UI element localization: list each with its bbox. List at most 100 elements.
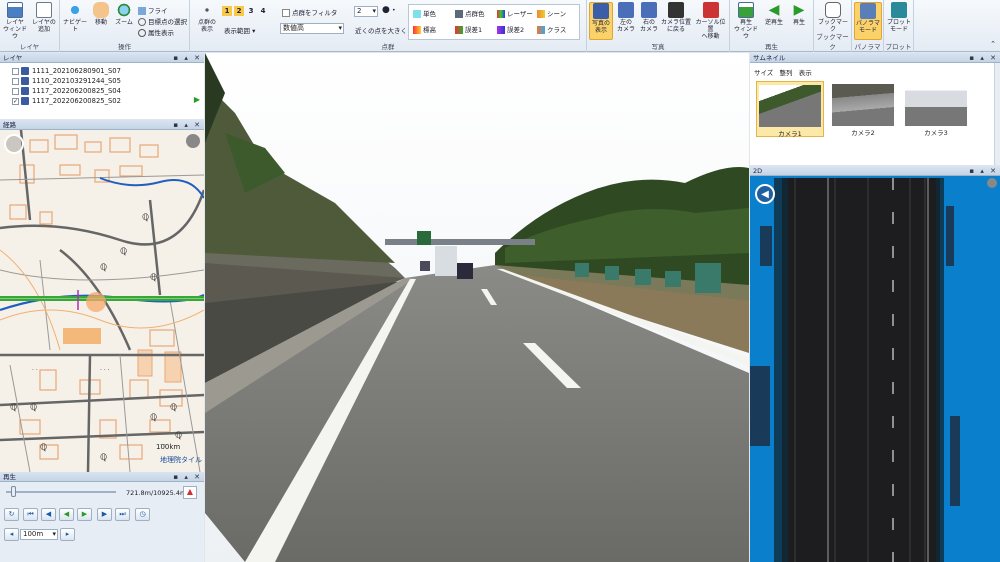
ribbon-group-playback: 再生 ウィンドウ ◀ 逆再生 ▶ 再生 再生 [730, 0, 814, 52]
num-3-button[interactable]: 3 [246, 6, 256, 16]
navigate-button[interactable]: ナビゲート [62, 2, 88, 33]
panel-controls-icon[interactable]: ▪ ▴ ✕ [969, 53, 998, 63]
zoom-button[interactable]: ズーム [113, 2, 135, 26]
layer-item[interactable]: ✓ 1117_202206200825_S02 [12, 96, 121, 106]
swatch-icon [537, 26, 545, 34]
last-frame-button[interactable]: ⏭ [115, 508, 130, 521]
play-panel-button[interactable]: ▶ [77, 508, 92, 521]
point-count-selector[interactable]: 1234 [222, 6, 270, 16]
compass-icon[interactable] [4, 134, 24, 154]
panel-controls-icon[interactable]: ▪ ▴ ✕ [173, 472, 202, 482]
step-decrease-button[interactable]: ◂ [4, 528, 19, 541]
target-icon [138, 18, 146, 26]
color-class-option[interactable]: クラス [537, 24, 566, 34]
pointcloud-2d-view[interactable]: 2D ▪ ▴ ✕ ◀ [750, 166, 1000, 562]
color-pointcloud-option[interactable]: 点群色 [455, 8, 485, 18]
playback-position: 721.8m/10925.4m [126, 489, 187, 497]
plot-mode-button[interactable]: プロット モード [885, 2, 913, 33]
thumbnail-menu-view[interactable]: 表示 [799, 69, 812, 77]
reverse-play-panel-button[interactable]: ◀ [59, 508, 74, 521]
map-settings-icon[interactable] [186, 134, 200, 148]
display-range-dropdown[interactable]: 表示範囲 ▾ [224, 25, 255, 35]
view-settings-icon[interactable] [987, 178, 997, 188]
elevation-combo[interactable]: 数値高 [280, 23, 344, 34]
layer-checkbox[interactable] [12, 67, 19, 75]
speed-button[interactable]: ◷ [135, 508, 150, 521]
layer-checkbox[interactable]: ✓ [12, 97, 19, 105]
filter-points-checkbox[interactable]: 点群をフィルタ [282, 7, 337, 17]
layer-item[interactable]: 1110_202103291244_S05 [12, 76, 121, 86]
color-mode-gallery: 単色 点群色 レーザー シーン 標高 誤差1 誤差2 クラス [408, 4, 580, 40]
panel-controls-icon[interactable]: ▪ ▴ ✕ [173, 120, 202, 130]
back-arrow-icon[interactable]: ◀ [755, 184, 775, 204]
camera-photo-view[interactable] [205, 53, 749, 562]
ribbon-group-photo: 写真の 表示 左の カメラ 右の カメラ カメラ位置 に戻る カーソル位置 へ移… [587, 0, 730, 52]
num-1-button[interactable]: 1 [222, 6, 232, 16]
select-target-button[interactable]: 目標点の選択 [138, 16, 187, 26]
play-icon: ▶ [81, 510, 88, 518]
reverse-play-button[interactable]: ◀ 逆再生 [762, 2, 786, 26]
num-2-button[interactable]: 2 [234, 6, 244, 16]
layer-checkbox[interactable] [12, 87, 19, 95]
step-forward-button[interactable]: ▶ [97, 508, 112, 521]
ribbon-group-operation: ナビゲート 移動 ズーム フライ 目標点の選択 属性表示 操作 [60, 0, 190, 52]
step-back-button[interactable]: ◀ [41, 508, 56, 521]
playback-slider-thumb[interactable] [11, 486, 17, 497]
right-camera-button[interactable]: 右の カメラ [638, 2, 660, 33]
thumbnail-camera-2[interactable]: カメラ2 [829, 81, 897, 137]
color-scene-option[interactable]: シーン [537, 8, 566, 18]
ribbon-group-plot: プロット モード プロット [884, 0, 914, 52]
svg-text:ℚ: ℚ [30, 403, 37, 413]
thumbnail-camera-1[interactable]: カメラ1 [756, 81, 824, 138]
thumbnail-menu-sort[interactable]: 整列 [780, 69, 793, 77]
panel-controls-icon[interactable]: ▪ ▴ ✕ [173, 53, 202, 63]
thumbnail-panel-title: サムネイル ▪ ▴ ✕ [750, 53, 1000, 63]
add-layer-button[interactable]: レイヤの 追加 [30, 2, 58, 33]
color-single-option[interactable]: 単色 [413, 8, 436, 18]
layer-checkbox[interactable] [12, 77, 19, 85]
panel-controls-icon[interactable]: ▪ ▴ ✕ [969, 166, 998, 176]
thumbnail-camera-3[interactable]: カメラ3 [902, 81, 970, 137]
map-tile-credit[interactable]: 地理院タイル [160, 455, 202, 465]
warning-icon[interactable]: ▲ [183, 486, 197, 499]
thumbnail-menu-size[interactable]: サイズ [754, 69, 773, 77]
route-map[interactable]: ℚℚℚℚ ℚℚ ℚℚ ℚℚℚ · · · · ·· · [0, 120, 204, 472]
color-error1-option[interactable]: 誤差1 [455, 24, 482, 34]
thumbnail-scrollbar[interactable] [994, 63, 1000, 165]
color-elevation-option[interactable]: 標高 [413, 24, 436, 34]
step-distance-combo[interactable]: 100m [20, 529, 58, 540]
bookmark-button[interactable]: ブックマーク [816, 2, 850, 33]
playback-window-button[interactable]: 再生 ウィンドウ [732, 2, 760, 40]
layer-item[interactable]: 1117_202206200825_S04 [12, 86, 121, 96]
layer-window-button[interactable]: レイヤ ウィンドウ [2, 2, 28, 40]
show-points-button[interactable]: 点群の 表示 [194, 2, 220, 33]
fly-button[interactable]: フライ [138, 5, 168, 15]
show-photo-button[interactable]: 写真の 表示 [589, 2, 613, 40]
ribbon-group-pointcloud: 点群の 表示 1234 表示範囲 ▾ 点群をフィルタ 数値高 2 ● • 近くの… [190, 0, 587, 52]
svg-text:ℚ: ℚ [100, 263, 107, 273]
color-error2-option[interactable]: 誤差2 [497, 24, 524, 34]
point-size-combo[interactable]: 2 [354, 6, 378, 17]
move-button[interactable]: 移動 [90, 2, 112, 26]
left-camera-button[interactable]: 左の カメラ [615, 2, 637, 33]
color-laser-option[interactable]: レーザー [497, 8, 533, 18]
move-to-cursor-button[interactable]: カーソル位置 へ移動 [693, 2, 728, 40]
window-icon [738, 2, 754, 18]
chevron-right-icon: ▸ [65, 530, 70, 538]
step-increase-button[interactable]: ▸ [60, 528, 75, 541]
svg-text:· · ·: · · · [100, 367, 110, 374]
panorama-mode-button[interactable]: パノラマ モード [854, 2, 882, 40]
collapse-ribbon-icon[interactable]: ⌃ [990, 40, 996, 48]
layer-item[interactable]: 1111_20210628090​1_S07 [12, 66, 121, 76]
active-layer-arrow-icon: ▶ [193, 95, 200, 104]
loop-button[interactable]: ↻ [4, 508, 19, 521]
camera-left-icon [618, 2, 634, 18]
play-button[interactable]: ▶ 再生 [788, 2, 810, 26]
playback-slider[interactable] [6, 491, 116, 493]
return-camera-button[interactable]: カメラ位置 に戻る [661, 2, 691, 33]
first-frame-button[interactable]: ⏮ [23, 508, 38, 521]
enlarge-near-button[interactable]: 近くの点を大きく [355, 25, 407, 35]
attribute-display-button[interactable]: 属性表示 [138, 27, 174, 37]
window-icon [7, 2, 23, 18]
num-4-button[interactable]: 4 [258, 6, 268, 16]
